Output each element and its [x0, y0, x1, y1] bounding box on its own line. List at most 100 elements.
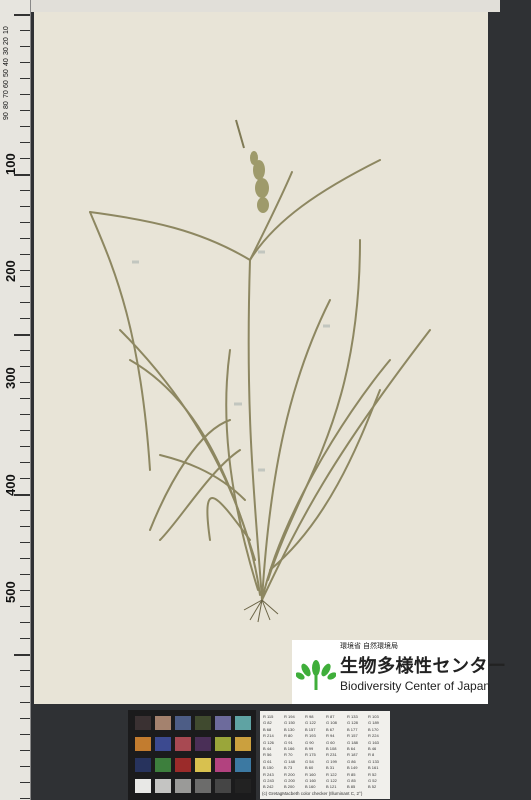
color-chart-caption: (c) GretagMacbeth color checker (Illumin…: [262, 791, 363, 796]
color-value-cell: R 103: [368, 714, 379, 719]
color-value-cell: B 150: [263, 765, 274, 771]
color-value-cell: R 70: [284, 752, 293, 758]
color-value-cell: G 150: [284, 720, 295, 726]
color-value-cell: G 122: [305, 720, 316, 726]
color-swatch: [155, 779, 171, 793]
color-value-cell: B 73: [284, 765, 293, 771]
color-value-cell: G 122: [326, 778, 337, 783]
organization-name-japanese: 生物多様性センター: [340, 656, 507, 676]
agency-name: 環境省 自然環境局: [340, 643, 398, 650]
color-swatch: [135, 737, 151, 751]
color-value-cell: B 44: [263, 746, 272, 751]
color-value-cell: B 177: [347, 726, 358, 732]
color-value-cell: B 121: [326, 784, 337, 790]
color-value-cell: B 170: [368, 726, 379, 732]
color-value-cell: R 175: [305, 752, 316, 758]
color-value-cell: B 130: [284, 726, 295, 732]
color-value-cell: B 99: [305, 746, 314, 751]
color-value-cell: G 52: [368, 778, 377, 783]
color-value-cell: B 166: [284, 746, 295, 751]
color-value-cell: R 87: [326, 714, 335, 719]
color-swatch: [195, 779, 211, 793]
color-value-cell: R 243: [263, 771, 274, 777]
color-value-cell: R 85: [347, 771, 356, 777]
color-value-cell: B 242: [263, 784, 274, 790]
color-swatch: [155, 758, 171, 772]
color-swatch: [235, 779, 251, 793]
color-swatch: [215, 716, 231, 730]
color-swatch: [135, 716, 151, 730]
color-value-cell: R 122: [326, 771, 337, 777]
color-swatch: [235, 716, 251, 730]
color-value-cell: B 68: [263, 726, 272, 732]
color-swatch: [175, 716, 191, 730]
color-value-cell: G 61: [263, 758, 272, 764]
color-value-cell: B 108: [326, 746, 337, 751]
color-value-cell: R 80: [284, 733, 293, 739]
color-swatch: [175, 779, 191, 793]
color-value-cell: B 161: [368, 765, 379, 771]
color-value-cell: R 187: [347, 752, 358, 758]
color-value-cell: G 91: [284, 739, 293, 745]
color-value-cell: G 85: [347, 778, 356, 783]
color-value-cell: B 60: [305, 765, 314, 771]
color-value-cell: G 108: [326, 720, 337, 726]
color-value-cell: B 67: [326, 726, 335, 732]
color-value-cell: G 160: [305, 778, 316, 783]
color-swatch: [135, 779, 151, 793]
color-value-cell: B 64: [347, 746, 356, 751]
color-value-cell: B 149: [347, 765, 358, 771]
color-value-cell: R 214: [263, 733, 274, 739]
color-value-cell: B 85: [347, 784, 356, 790]
color-value-cell: G 82: [263, 720, 272, 726]
color-swatch: [235, 758, 251, 772]
color-checker: [128, 710, 256, 800]
color-value-cell: R 160: [305, 771, 316, 777]
color-swatch: [175, 737, 191, 751]
color-value-cell: B 46: [368, 746, 377, 751]
color-swatch: [155, 716, 171, 730]
sprout-logo-icon: [296, 660, 336, 690]
color-value-cell: G 199: [326, 758, 337, 764]
color-value-cell: G 60: [326, 739, 335, 745]
color-value-cell: G 189: [368, 720, 379, 726]
color-value-cell: R 52: [368, 771, 377, 777]
color-swatch: [155, 737, 171, 751]
color-value-cell: G 90: [305, 739, 314, 745]
color-value-cell: B 157: [305, 726, 316, 732]
color-value-cell: R 56: [263, 752, 272, 758]
color-swatch: [195, 716, 211, 730]
color-swatch: [195, 758, 211, 772]
color-value-cell: R 157: [347, 733, 358, 739]
color-swatch: [175, 758, 191, 772]
color-swatch: [235, 737, 251, 751]
color-swatch: [215, 737, 231, 751]
color-value-cell: B 31: [326, 765, 335, 771]
color-value-cell: R 231: [326, 752, 337, 758]
color-swatch: [215, 758, 231, 772]
color-value-cell: R 194: [284, 714, 295, 719]
color-value-cell: R 8: [368, 752, 375, 758]
color-values-table: R 115 R 194 R 98 R 87 R 133 R 103 G 82 G 150 G 1…: [260, 711, 390, 799]
color-value-cell: G 188: [347, 739, 358, 745]
color-swatch: [195, 737, 211, 751]
color-value-cell: G 133: [368, 758, 379, 764]
color-value-cell: R 200: [284, 771, 295, 777]
color-value-cell: B 160: [305, 784, 316, 790]
color-value-cell: G 163: [368, 739, 379, 745]
color-value-cell: G 126: [263, 739, 274, 745]
color-value-cell: G 148: [284, 758, 295, 764]
color-value-cell: G 200: [284, 778, 295, 783]
color-swatch: [215, 779, 231, 793]
color-value-cell: R 115: [263, 714, 274, 719]
color-value-cell: G 54: [305, 758, 314, 764]
color-value-cell: B 200: [284, 784, 295, 790]
color-value-cell: G 86: [347, 758, 356, 764]
color-value-cell: R 224: [368, 733, 379, 739]
color-value-cell: R 193: [305, 733, 316, 739]
organization-name-english: Biodiversity Center of Japan: [340, 679, 491, 693]
color-value-cell: R 98: [305, 714, 314, 719]
color-value-cell: R 94: [326, 733, 335, 739]
color-value-cell: G 243: [263, 778, 274, 783]
color-value-cell: G 128: [347, 720, 358, 726]
